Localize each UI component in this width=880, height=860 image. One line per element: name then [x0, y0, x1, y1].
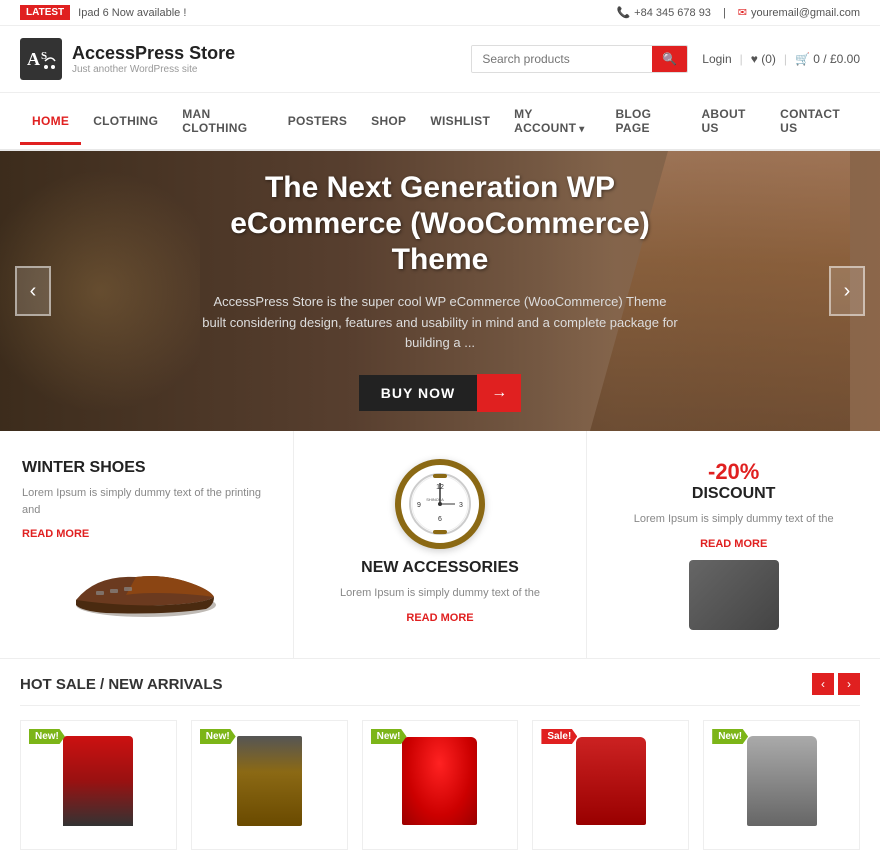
svg-text:A: A [27, 49, 40, 69]
red-dress-img [63, 736, 133, 826]
jeans-img [237, 736, 302, 826]
product-card: New! [703, 720, 860, 850]
svg-text:9: 9 [417, 502, 421, 509]
product-badge-1: New! [29, 729, 65, 744]
logo-icon: A S [20, 38, 62, 80]
top-bar-left: LATEST Ipad 6 Now available ! [20, 5, 186, 20]
email-divider: | [723, 7, 726, 19]
product-image-4 [543, 731, 678, 831]
nav-blog-page[interactable]: BLOG PAGE [603, 93, 689, 149]
header-actions: Login | ♥ (0) | 🛒 0 / £0.00 [702, 52, 860, 66]
feature-card-discount: -20% DISCOUNT Lorem Ipsum is simply dumm… [587, 431, 880, 658]
hot-sale-title: HOT SALE / NEW ARRIVALS [20, 676, 223, 693]
main-nav: HOME CLOTHING MAN CLOTHING POSTERS SHOP … [0, 93, 880, 151]
top-bar: LATEST Ipad 6 Now available ! 📞 +84 345 … [0, 0, 880, 26]
hot-sale-prev[interactable]: ‹ [812, 673, 834, 695]
product-card: New! [20, 720, 177, 850]
divider2: | [784, 52, 787, 66]
hero-description: AccessPress Store is the super cool WP e… [200, 292, 680, 354]
product-card: Sale! [532, 720, 689, 850]
phone-info: 📞 +84 345 678 93 [616, 6, 710, 19]
product-card: New! [191, 720, 348, 850]
login-link[interactable]: Login [702, 52, 731, 66]
product-image-1 [31, 731, 166, 831]
accessories-desc: Lorem Ipsum is simply dummy text of the [340, 585, 540, 602]
nav-man-clothing[interactable]: MAN CLOTHING [170, 93, 275, 149]
search-bar[interactable]: 🔍 [471, 45, 688, 73]
product-image-2 [202, 731, 337, 831]
accessories-read-more[interactable]: READ MORE [406, 612, 473, 624]
nav-about-us[interactable]: ABOUT US [689, 93, 768, 149]
discount-title: DISCOUNT [692, 485, 776, 503]
nav-contact-us[interactable]: CONTACT US [768, 93, 860, 149]
hero-content: The Next Generation WP eCommerce (WooCom… [160, 170, 720, 412]
feature-card-accessories: 12 6 9 3 SHINOLA NEW ACCESSORIES Lorem I… [294, 431, 588, 658]
hero-next-button[interactable]: › [829, 266, 865, 316]
product-badge-3: New! [371, 729, 407, 744]
discount-desc: Lorem Ipsum is simply dummy text of the [634, 511, 834, 528]
phone-icon: 📞 [616, 6, 630, 19]
discount-percent: -20% [708, 459, 759, 485]
header: A S AccessPress Store Just another WordP… [0, 26, 880, 93]
nav-my-account[interactable]: MY ACCOUNT [502, 93, 603, 149]
announcement-text: Ipad 6 Now available ! [78, 7, 186, 19]
email-info: ✉ youremail@gmail.com [738, 6, 860, 19]
product-image-5 [714, 731, 849, 831]
email-icon: ✉ [738, 6, 747, 19]
shoes-desc: Lorem Ipsum is simply dummy text of the … [22, 485, 271, 518]
email-address: youremail@gmail.com [751, 7, 860, 19]
product-card: New! [362, 720, 519, 850]
hero-slider: The Next Generation WP eCommerce (WooCom… [0, 151, 880, 431]
hot-sale-nav: ‹ › [812, 673, 860, 695]
cart-link[interactable]: 🛒 0 / £0.00 [795, 52, 860, 66]
nav-clothing[interactable]: CLOTHING [81, 100, 170, 142]
svg-text:6: 6 [438, 516, 442, 523]
accessories-title: NEW ACCESSORIES [361, 559, 519, 577]
logo-text: AccessPress Store Just another WordPress… [72, 43, 235, 75]
latest-badge: LATEST [20, 5, 70, 20]
top-bar-right: 📞 +84 345 678 93 | ✉ youremail@gmail.com [616, 6, 860, 19]
divider1: | [740, 52, 743, 66]
logo-name: AccessPress Store [72, 43, 235, 64]
hot-sale-header: HOT SALE / NEW ARRIVALS ‹ › [20, 659, 860, 706]
product-badge-5: New! [712, 729, 748, 744]
gray-hoodie-img [747, 736, 817, 826]
hero-buy-button[interactable]: BUY NOW → [359, 374, 521, 412]
product-badge-2: New! [200, 729, 236, 744]
logo[interactable]: A S AccessPress Store Just another WordP… [20, 38, 235, 80]
watch-image: 12 6 9 3 SHINOLA [395, 459, 485, 549]
nav-wishlist[interactable]: WISHLIST [418, 100, 502, 142]
discount-read-more[interactable]: READ MORE [700, 538, 767, 550]
nav-posters[interactable]: POSTERS [276, 100, 359, 142]
product-grid: New! New! New! Sale! New [20, 720, 860, 850]
shoes-image [22, 550, 271, 630]
sale-item-img [576, 737, 646, 825]
red-jacket-img [402, 737, 477, 825]
nav-shop[interactable]: SHOP [359, 100, 418, 142]
hero-btn-arrow-icon[interactable]: → [477, 374, 521, 412]
nav-home[interactable]: HOME [20, 100, 81, 145]
hero-prev-button[interactable]: ‹ [15, 266, 51, 316]
wishlist-link[interactable]: ♥ (0) [751, 52, 776, 66]
hero-btn-label[interactable]: BUY NOW [359, 375, 477, 411]
phone-number: +84 345 678 93 [634, 7, 711, 19]
hot-sale-next[interactable]: › [838, 673, 860, 695]
feature-card-shoes: WINTER SHOES Lorem Ipsum is simply dummy… [0, 431, 294, 658]
shoes-read-more[interactable]: READ MORE [22, 528, 89, 540]
svg-text:3: 3 [459, 502, 463, 509]
hero-title: The Next Generation WP eCommerce (WooCom… [180, 170, 700, 278]
product-image-3 [373, 731, 508, 831]
feature-cards: WINTER SHOES Lorem Ipsum is simply dummy… [0, 431, 880, 659]
header-right: 🔍 Login | ♥ (0) | 🛒 0 / £0.00 [471, 45, 860, 73]
svg-text:SHINOLA: SHINOLA [426, 497, 444, 502]
product-badge-4: Sale! [541, 729, 577, 744]
search-input[interactable] [472, 46, 652, 72]
logo-sub: Just another WordPress site [72, 64, 235, 75]
shoes-title: WINTER SHOES [22, 459, 146, 477]
hot-sale-section: HOT SALE / NEW ARRIVALS ‹ › New! New! Ne… [0, 659, 880, 860]
search-button[interactable]: 🔍 [652, 46, 687, 72]
jacket-image [689, 560, 779, 630]
